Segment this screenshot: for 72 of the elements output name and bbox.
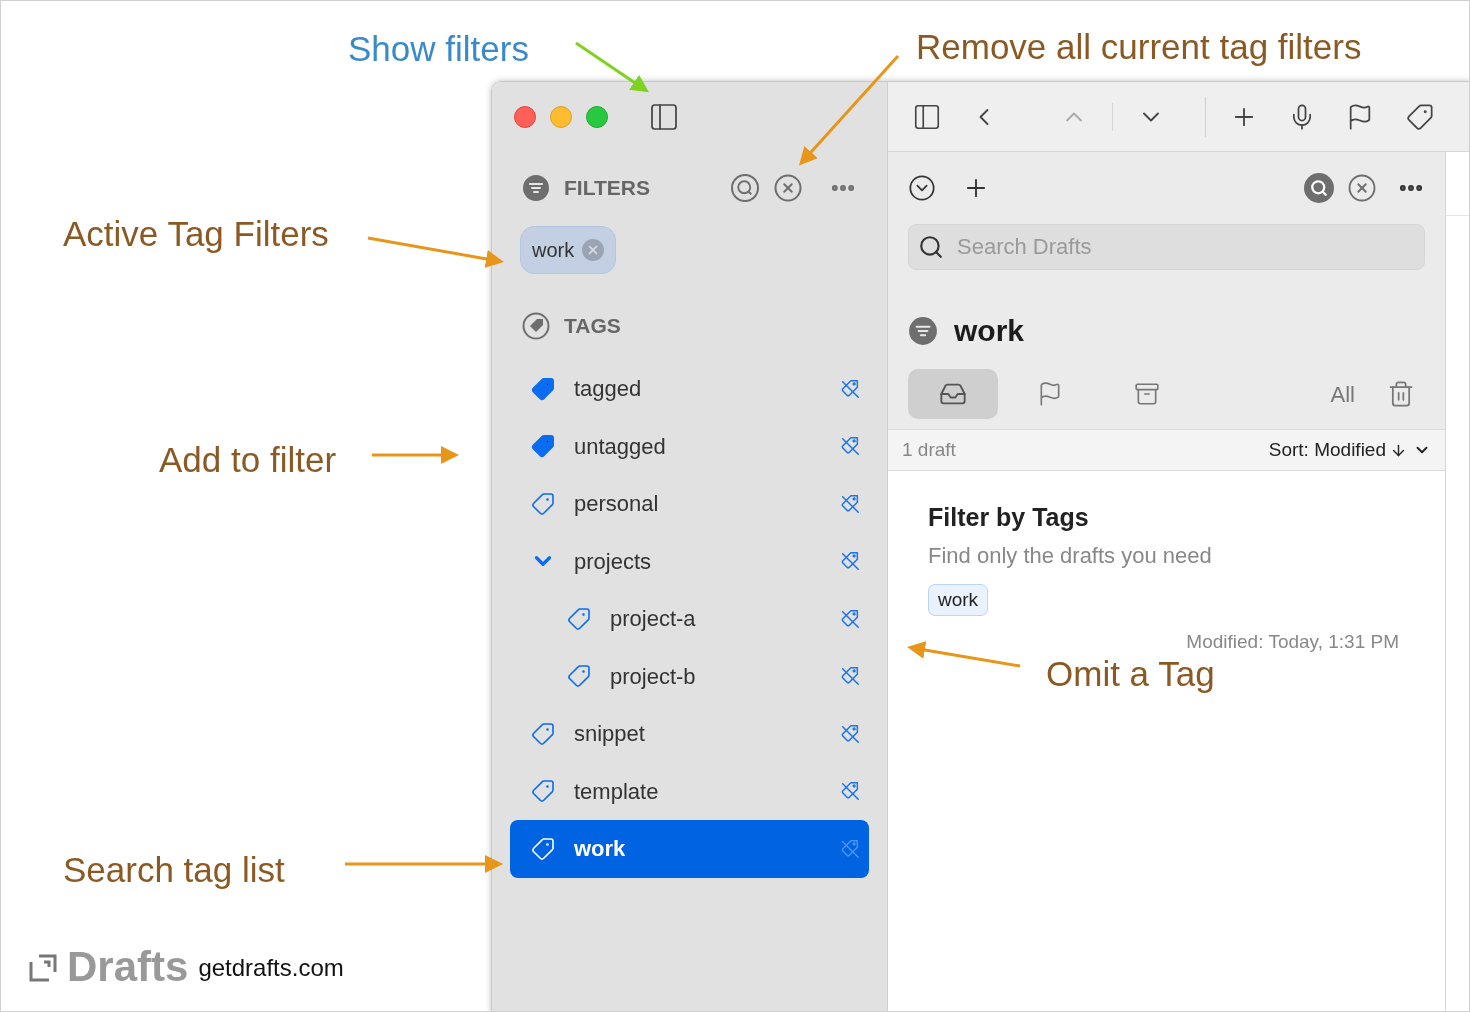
annotation-label: Show filters <box>348 28 529 70</box>
section-heading: FILTERS <box>564 175 651 202</box>
tag-off-icon[interactable] <box>839 435 861 458</box>
clear-icon[interactable] <box>1347 173 1377 203</box>
tag-row[interactable]: project-a <box>510 590 869 648</box>
filter-chip[interactable]: work <box>520 226 617 274</box>
draft-preview: Find only the drafts you need <box>928 541 1213 570</box>
search-field[interactable]: Search Drafts <box>908 224 1425 270</box>
tag-off-icon[interactable] <box>839 665 861 688</box>
brand-url: getdrafts.com <box>198 953 344 983</box>
tag-label: template <box>574 777 660 806</box>
tag-off-icon[interactable] <box>839 377 861 400</box>
draft-title: Filter by Tags <box>928 502 1090 533</box>
sort-label: Sort: Modified <box>1268 437 1386 462</box>
tag-label: project-a <box>610 605 697 634</box>
annotation-label: Omit a Tag <box>1046 653 1215 695</box>
tag-label: project-b <box>610 662 697 691</box>
annotation-label: Add to filter <box>159 439 337 481</box>
tag-icon <box>531 779 555 804</box>
tag-row[interactable]: projects <box>510 532 869 590</box>
chevron-circle-icon[interactable] <box>908 174 936 202</box>
draft-tag: work <box>928 583 989 616</box>
tag-off-icon[interactable] <box>839 780 861 803</box>
search-icon[interactable] <box>1304 173 1334 203</box>
tag-row[interactable]: snippet <box>510 705 869 763</box>
tag-label: work <box>574 835 627 864</box>
tag-icon <box>531 434 555 459</box>
tag-label: snippet <box>574 720 646 749</box>
tag-row[interactable]: untagged <box>510 417 869 475</box>
chip-label: work <box>532 238 575 263</box>
tag-icon <box>567 606 591 631</box>
tag-label: untagged <box>574 432 667 461</box>
tag-icon[interactable] <box>1406 102 1434 131</box>
brand-name: Drafts <box>67 946 189 988</box>
tag-row[interactable]: work <box>510 820 869 878</box>
clear-filters-icon[interactable] <box>773 173 803 203</box>
tag-row[interactable]: project-b <box>510 647 869 705</box>
tag-label: tagged <box>574 375 643 404</box>
tag-off-icon[interactable] <box>839 722 861 745</box>
tag-row[interactable]: tagged <box>510 360 869 418</box>
segment-tab[interactable]: All <box>1320 369 1365 419</box>
tag-label: personal <box>574 490 660 519</box>
archive-icon <box>1134 381 1160 407</box>
tag-circle-icon <box>522 312 550 340</box>
filter-icon <box>908 315 938 346</box>
close-button[interactable] <box>514 106 536 128</box>
tag-icon <box>567 664 591 689</box>
tag-off-icon[interactable] <box>839 607 861 630</box>
tag-label: projects <box>574 547 653 576</box>
tag-row[interactable]: template <box>510 762 869 820</box>
tag-off-icon[interactable] <box>839 550 861 573</box>
tag-icon <box>531 491 555 516</box>
tag-off-icon[interactable] <box>839 492 861 515</box>
annotation-label: Remove all current tag filters <box>916 26 1362 68</box>
sidebar-toggle-icon[interactable] <box>648 101 680 133</box>
annotation-label: Search tag list <box>63 849 285 891</box>
draft-count: 1 draft <box>902 437 957 462</box>
tag-icon <box>531 376 555 401</box>
segment-tab[interactable] <box>908 369 998 419</box>
modified-date: Modified: Today, 1:31 PM <box>1186 630 1399 654</box>
trash-icon[interactable] <box>1387 380 1415 408</box>
logo-icon <box>29 954 57 982</box>
zoom-button[interactable] <box>586 106 608 128</box>
filter-icon <box>522 174 550 202</box>
search-icon <box>918 234 944 260</box>
list-title: work <box>954 313 1025 349</box>
tag-icon <box>531 721 555 746</box>
annotation-label: Active Tag Filters <box>63 213 329 255</box>
sort-button[interactable]: Sort: Modified <box>1268 435 1431 465</box>
section-heading: TAGS <box>564 313 621 340</box>
tag-icon <box>531 836 555 861</box>
tag-row[interactable]: personal <box>510 475 869 533</box>
